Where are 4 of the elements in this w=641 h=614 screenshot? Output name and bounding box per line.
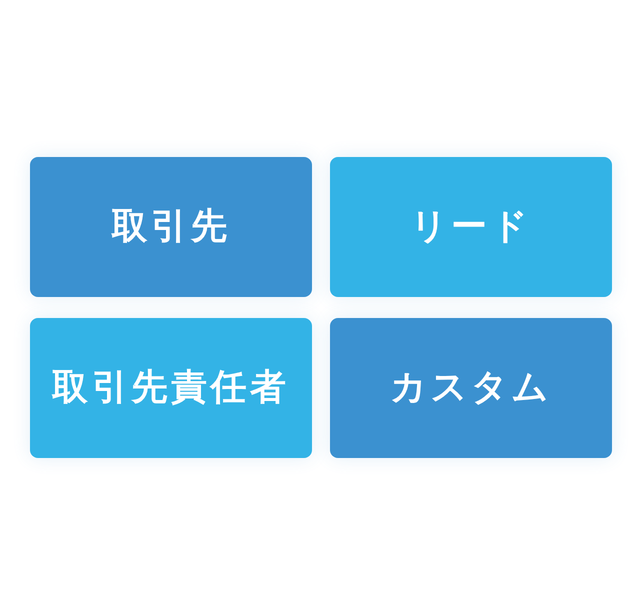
- category-tile[interactable]: 取引先: [30, 157, 312, 297]
- category-tile[interactable]: 取引先責任者: [30, 318, 312, 458]
- category-tile[interactable]: リード: [330, 157, 612, 297]
- category-tile[interactable]: カスタム: [330, 318, 612, 458]
